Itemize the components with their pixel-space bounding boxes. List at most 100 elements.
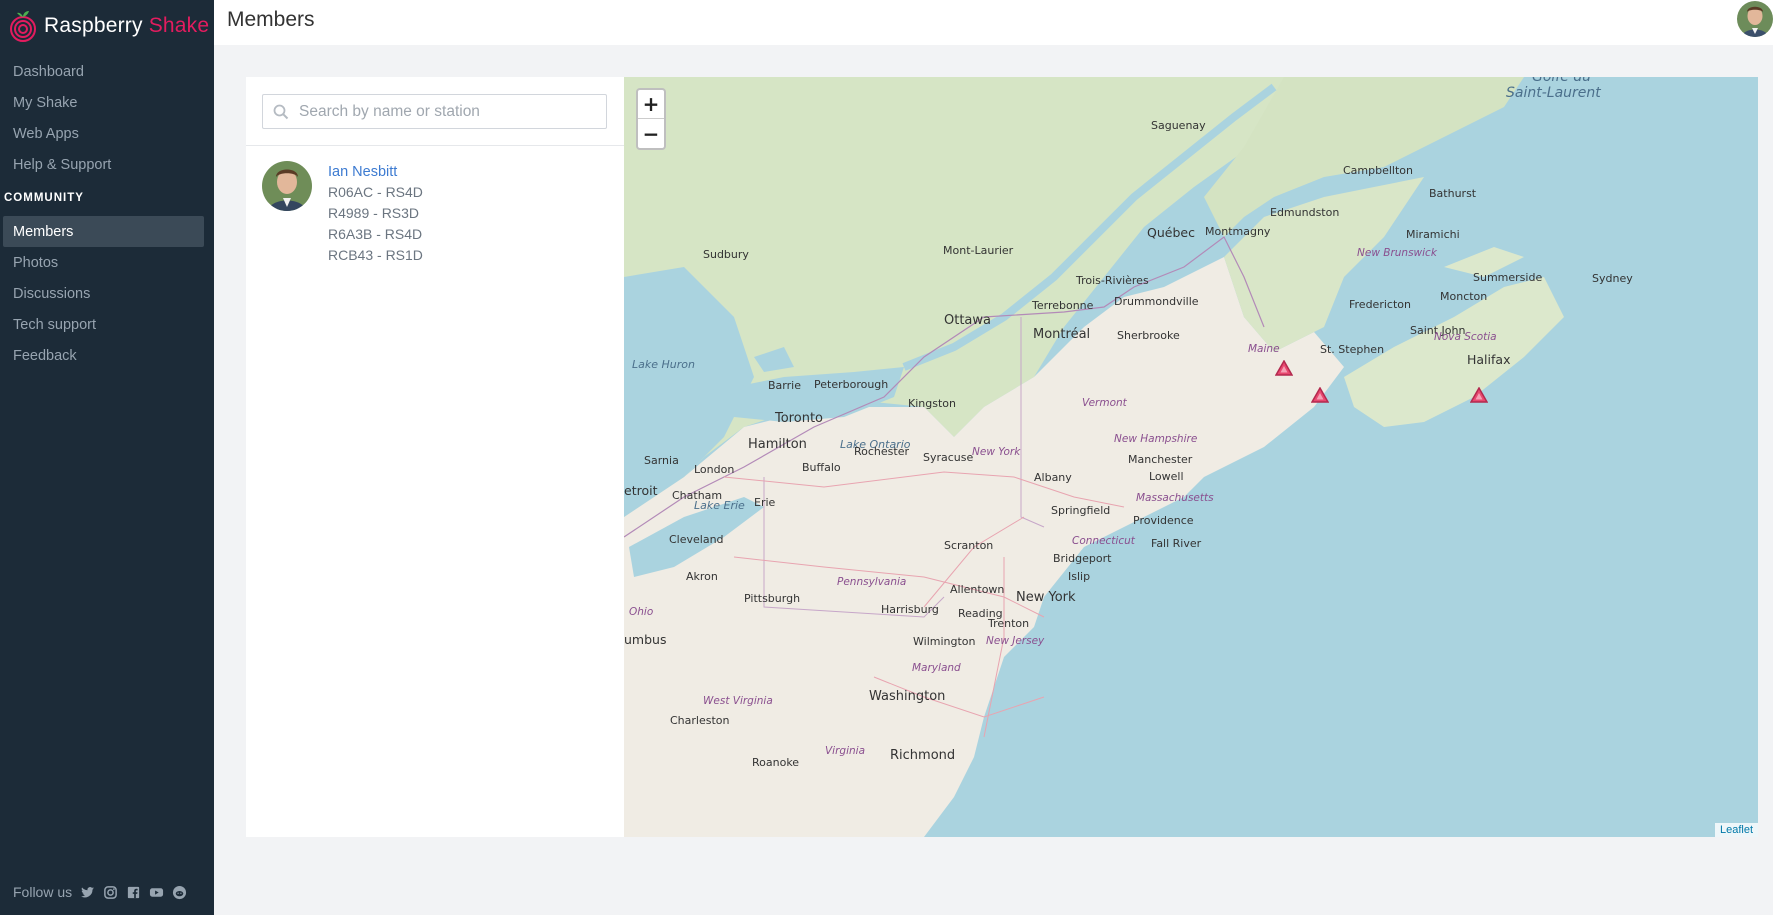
station-marker-icon[interactable] xyxy=(1311,387,1329,403)
map-label: Golfe du xyxy=(1532,77,1592,85)
map-label: Providence xyxy=(1133,514,1194,527)
map-label: Sarnia xyxy=(644,454,679,467)
map-label: Massachusetts xyxy=(1136,492,1214,504)
map-label: Harrisburg xyxy=(881,603,939,616)
station-entry: R4989 - RS3D xyxy=(328,205,420,221)
map-label: Trenton xyxy=(988,617,1030,630)
map-label: Kingston xyxy=(908,397,956,410)
map-label: Barrie xyxy=(768,379,801,392)
map-label: Bridgeport xyxy=(1053,552,1112,565)
map-label: umbus xyxy=(624,632,667,647)
map-label: Charleston xyxy=(670,714,730,727)
leaflet-attribution-link[interactable]: Leaflet xyxy=(1714,823,1758,837)
search-icon xyxy=(273,104,289,119)
member-avatar[interactable] xyxy=(262,161,312,211)
map-label: New York xyxy=(972,446,1021,458)
map-label: Mont-Laurier xyxy=(943,244,1014,257)
map-label: Halifax xyxy=(1467,352,1511,367)
sidebar-item-photos[interactable]: Photos xyxy=(0,247,214,278)
map-label: Saint-Laurent xyxy=(1506,85,1601,101)
map-label: Richmond xyxy=(890,748,956,763)
map-label: Roanoke xyxy=(752,756,800,769)
facebook-icon[interactable] xyxy=(126,885,141,900)
twitter-icon[interactable] xyxy=(80,885,95,900)
map-label: St. Stephen xyxy=(1320,343,1385,356)
map-label: Maine xyxy=(1248,343,1280,355)
map-label: Saguenay xyxy=(1151,119,1206,132)
sidebar-item-discussions[interactable]: Discussions xyxy=(0,278,214,309)
sidebar: Raspberry Shake Dashboard My Shake Web A… xyxy=(0,0,214,915)
youtube-icon[interactable] xyxy=(149,885,164,900)
map-label: Akron xyxy=(686,570,718,583)
map-label: Connecticut xyxy=(1072,535,1135,547)
raspberry-shake-logo-icon xyxy=(10,11,36,42)
map-label: Scranton xyxy=(944,539,994,552)
sidebar-item-web-apps[interactable]: Web Apps xyxy=(0,118,214,149)
map-label: Moncton xyxy=(1440,290,1488,303)
map-label: New Jersey xyxy=(986,635,1045,647)
follow-us-label: Follow us xyxy=(13,884,73,900)
map-label: Buffalo xyxy=(802,461,841,474)
sidebar-item-members[interactable]: Members xyxy=(3,216,204,247)
map-label: London xyxy=(694,463,735,476)
map-label: Montmagny xyxy=(1205,225,1271,238)
logo-text: Raspberry Shake xyxy=(44,14,210,37)
user-avatar[interactable] xyxy=(1737,1,1773,37)
sidebar-nav: Dashboard My Shake Web Apps Help & Suppo… xyxy=(0,56,214,371)
map-label: Québec xyxy=(1147,225,1195,240)
top-header: Members xyxy=(214,0,1773,45)
raspberry-shake-logo[interactable]: Raspberry Shake xyxy=(8,8,209,44)
map-label: Sydney xyxy=(1592,272,1633,285)
map-label: Pennsylvania xyxy=(837,576,907,588)
map-label: Manchester xyxy=(1128,453,1193,466)
map-label: Ohio xyxy=(629,606,654,618)
map-label: Lake Huron xyxy=(632,358,695,371)
search-input[interactable] xyxy=(299,102,589,121)
map-label: Maryland xyxy=(912,662,961,674)
map-label: Vermont xyxy=(1082,397,1127,409)
map-label: West Virginia xyxy=(703,695,773,707)
map-label: Springfield xyxy=(1051,504,1111,517)
map-label: Islip xyxy=(1068,570,1091,583)
map-label: Trois-Rivières xyxy=(1076,274,1149,287)
sidebar-item-my-shake[interactable]: My Shake xyxy=(0,87,214,118)
map-label: Peterborough xyxy=(814,378,889,391)
zoom-in-button[interactable]: + xyxy=(638,90,664,119)
map-label: Erie xyxy=(754,496,776,509)
map-label: Cleveland xyxy=(669,533,724,546)
search-box[interactable] xyxy=(262,94,607,129)
map-label: Sherbrooke xyxy=(1117,329,1180,342)
reddit-icon[interactable] xyxy=(172,885,187,900)
station-entry: R6A3B - RS4D xyxy=(328,226,423,242)
zoom-out-button[interactable]: − xyxy=(638,119,664,148)
map-label: Lowell xyxy=(1149,470,1184,483)
map-label: Ottawa xyxy=(944,313,991,328)
member-item[interactable]: Ian Nesbitt R06AC - RS4D R4989 - RS3D R6… xyxy=(262,161,423,266)
member-info: Ian Nesbitt R06AC - RS4D R4989 - RS3D R6… xyxy=(328,161,423,266)
sidebar-item-help-support[interactable]: Help & Support xyxy=(0,149,214,180)
map-label: Campbellton xyxy=(1343,164,1413,177)
map-label: Miramichi xyxy=(1406,228,1460,241)
map-label: Sudbury xyxy=(703,248,749,261)
instagram-icon[interactable] xyxy=(103,885,118,900)
map-label: Wilmington xyxy=(913,635,976,648)
map-label: Toronto xyxy=(775,411,823,426)
station-marker-icon[interactable] xyxy=(1275,360,1293,376)
member-name-link[interactable]: Ian Nesbitt xyxy=(328,162,423,182)
map-label: Drummondville xyxy=(1114,295,1199,308)
sidebar-section-community: COMMUNITY xyxy=(4,192,84,204)
map-label: Syracuse xyxy=(923,451,974,464)
sidebar-item-dashboard[interactable]: Dashboard xyxy=(0,56,214,87)
station-marker-icon[interactable] xyxy=(1470,387,1488,403)
station-map[interactable]: + − Golfe du Saint-Laurent Saguenay Camp… xyxy=(624,77,1758,837)
map-label: Rochester xyxy=(854,445,909,458)
sidebar-item-feedback[interactable]: Feedback xyxy=(0,340,214,371)
map-label: Albany xyxy=(1034,471,1072,484)
follow-us: Follow us xyxy=(13,884,187,900)
map-label: Hamilton xyxy=(748,437,807,452)
map-label: Montréal xyxy=(1033,327,1091,342)
map-label: etroit xyxy=(624,483,658,498)
sidebar-item-tech-support[interactable]: Tech support xyxy=(0,309,214,340)
panel-divider xyxy=(246,145,624,146)
map-label: Terrebonne xyxy=(1032,299,1094,312)
